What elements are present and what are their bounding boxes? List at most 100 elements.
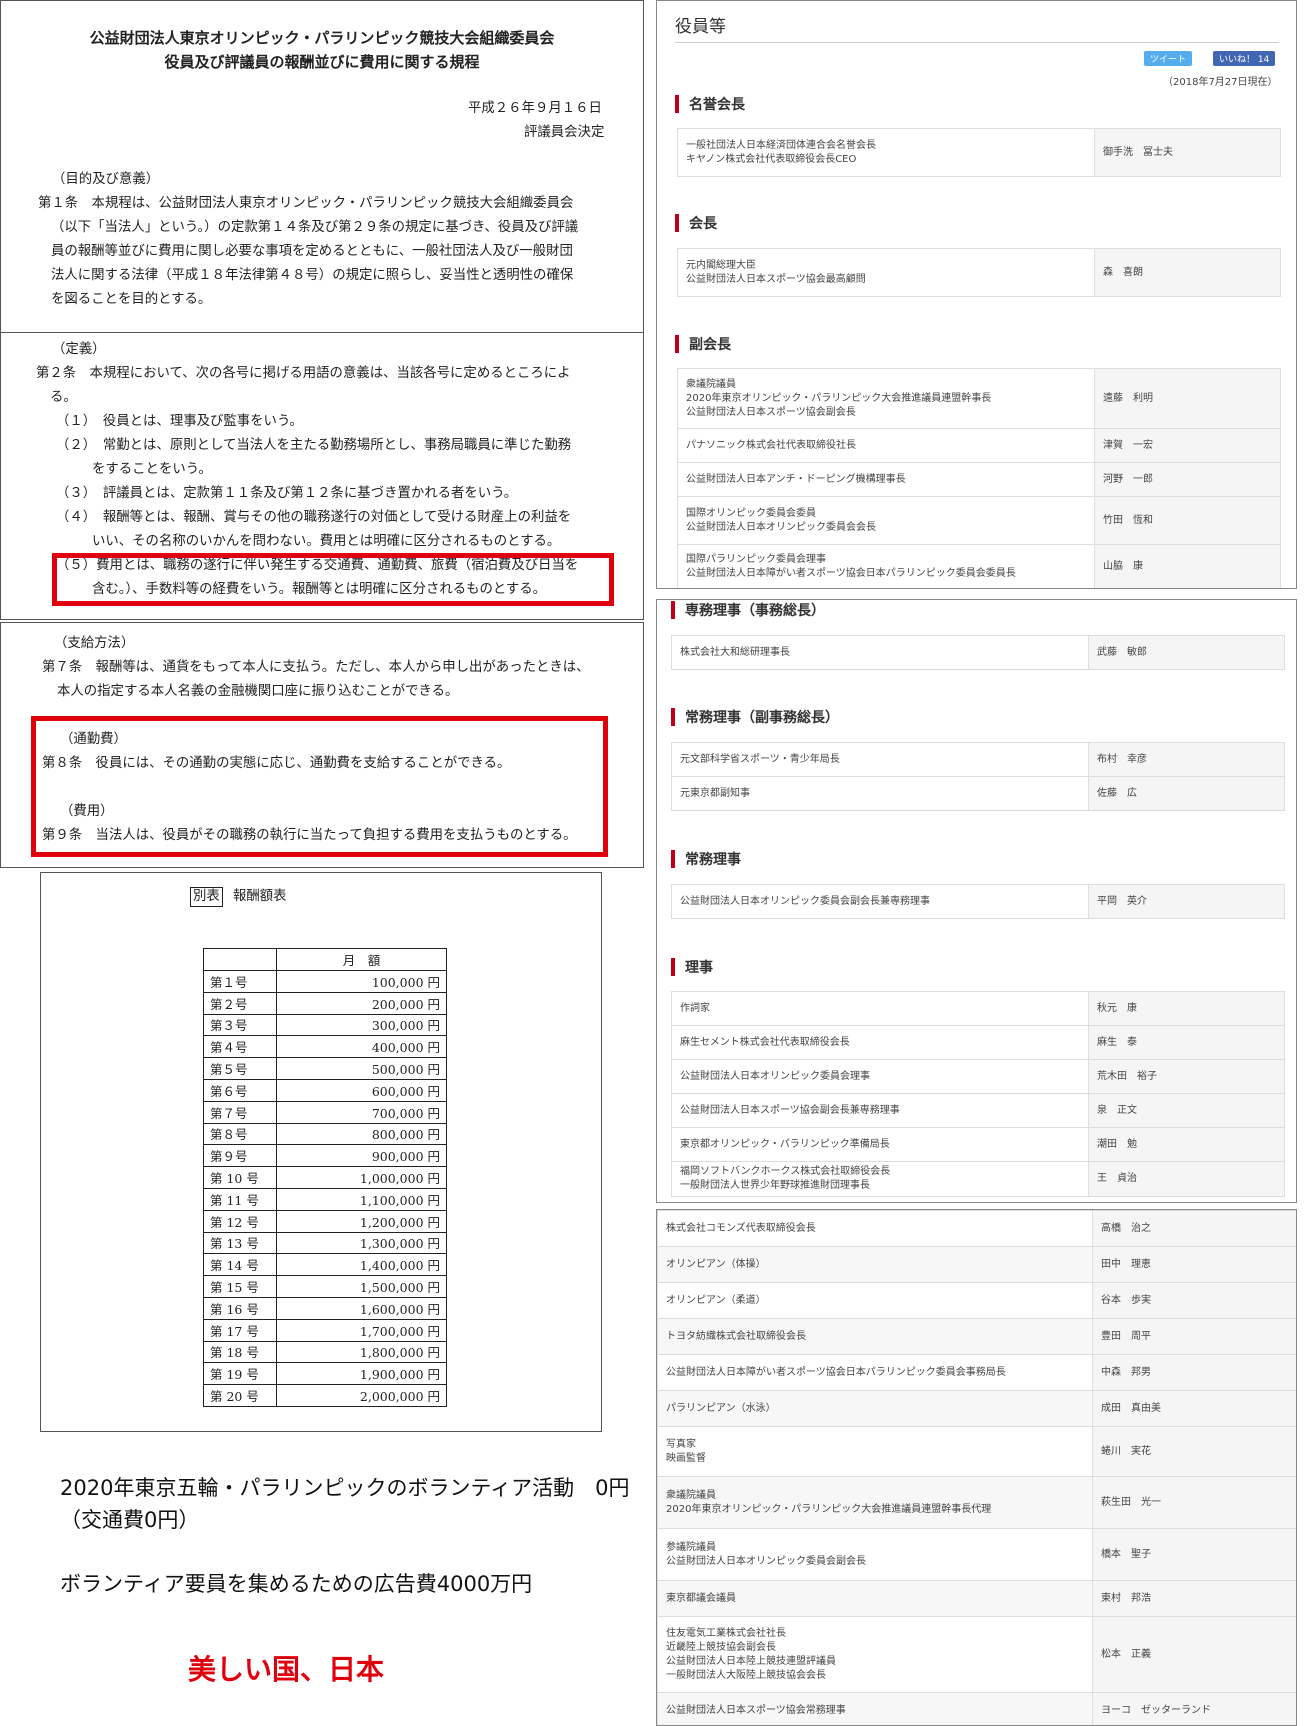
article1-heading: （目的及び意義） (52, 172, 160, 187)
article1-line: 員の報酬等並びに費用に関し必要な事項を定めるとともに、一般社団法人及び一般財団 (51, 244, 573, 259)
officer-affiliation: オリンピアン（柔道） (657, 1282, 1093, 1319)
officer-row: オリンピアン（柔道） 谷本 歩実 (657, 1282, 1296, 1319)
salary-grade: 第 12 号 (203, 1209, 277, 1233)
officer-row: 元文部科学省スポーツ・青少年局長 布村 幸彦 (671, 742, 1285, 777)
salary-grade: 第 17 号 (203, 1318, 277, 1342)
officer-affiliation: 作詞家 (671, 991, 1089, 1026)
article1-line: 第１条 本規程は、公益財団法人東京オリンピック・パラリンピック競技大会組織委員会 (38, 196, 574, 211)
caption-volunteer-pay: 2020年東京五輪・パラリンピックのボランティア活動 0円 (60, 1476, 630, 1500)
salary-header-blank (203, 948, 277, 971)
article8-text: 第８条 役員には、その通勤の実態に応じ、通勤費を支給することができる。 (42, 756, 511, 771)
caption-ad-cost: ボランティア要員を集めるための広告費4000万円 (60, 1572, 533, 1596)
article2-line: （１） 役員とは、理事及び監事をいう。 (56, 414, 303, 429)
like-button[interactable]: いいね！ 14 (1213, 51, 1276, 66)
officer-name: 佐藤 広 (1088, 776, 1285, 811)
article2-line: いい、その名称のいかんを問わない。費用とは明確に区分されるものとする。 (92, 534, 561, 549)
officers-panel-2: 専務理事（事務総長） 株式会社大和総研理事長 武藤 敏郎 常務理事（副事務総長） … (656, 599, 1297, 1203)
officer-row: 公益財団法人日本スポーツ協会副会長兼専務理事泉 正文 (671, 1093, 1285, 1128)
officer-affiliation: 写真家 映画監督 (657, 1426, 1093, 1477)
salary-amount: 700,000 円 (276, 1100, 447, 1124)
salary-grade: 第 18 号 (203, 1340, 277, 1364)
salary-grade: 第１号 (203, 970, 277, 993)
salary-row: 第 13 号 1,300,000 円 (203, 1231, 447, 1255)
salary-row: 第１号 100,000 円 (203, 970, 447, 993)
salary-amount: 900,000 円 (276, 1144, 447, 1168)
salary-row: 第 16 号 1,600,000 円 (203, 1296, 447, 1320)
salary-header-monthly: 月 額 (276, 948, 447, 971)
salary-amount: 100,000 円 (276, 970, 447, 993)
salary-row: 第 19 号 1,900,000 円 (203, 1362, 447, 1386)
officer-row: 東京都議会議員 東村 邦浩 (657, 1580, 1296, 1617)
regulation-date: 平成２６年９月１６日 (468, 101, 602, 116)
salary-row: 第 15 号 1,500,000 円 (203, 1275, 447, 1298)
officer-affiliation: 一般社団法人日本経済団体連合会名誉会長 キヤノン株式会社代表取締役会長CEO (677, 128, 1095, 177)
officer-name: 布村 幸彦 (1088, 742, 1285, 777)
section-heading-managing: 常務理事 (671, 849, 741, 869)
article2-line: （４） 報酬等とは、報酬、賞与その他の職務遂行の対価として受ける財産上の利益を (56, 510, 572, 525)
table-vice: 衆議院議員 2020年東京オリンピック・パラリンピック大会推進議員連盟幹事長 公… (677, 368, 1281, 588)
officer-name: 秋元 康 (1088, 991, 1285, 1026)
officer-affiliation: 公益財団法人日本スポーツ協会副会長兼専務理事 (671, 1093, 1089, 1128)
section-heading-directors: 理事 (671, 957, 713, 977)
officer-name: 田中 理恵 (1092, 1246, 1296, 1283)
salary-amount: 500,000 円 (276, 1057, 447, 1080)
officer-name: 橋本 聖子 (1092, 1528, 1296, 1581)
officer-name: 高橋 治之 (1092, 1210, 1296, 1247)
officer-affiliation: 公益財団法人日本スポーツ協会常務理事 (657, 1692, 1093, 1725)
article7-heading: （支給方法） (54, 636, 135, 651)
article9-text: 第９条 当法人は、役員がその職務の執行に当たって負担する費用を支払うものとする。 (42, 828, 577, 843)
section-heading-president: 会長 (675, 213, 717, 233)
officer-row: 住友電気工業株式会社社長 近畿陸上競技協会副会長 公益財団法人日本陸上競技連盟評… (657, 1616, 1296, 1693)
salary-amount: 1,700,000 円 (276, 1318, 447, 1342)
salary-grade: 第９号 (203, 1144, 277, 1168)
caption-transport-fee: （交通費0円） (60, 1508, 200, 1532)
regulation-title-line1: 公益財団法人東京オリンピック・パラリンピック競技大会組織委員会 (89, 29, 555, 47)
salary-row: 第 12 号 1,200,000 円 (203, 1209, 447, 1233)
officer-name: 萩生田 光一 (1092, 1476, 1296, 1529)
officer-row: パナソニック株式会社代表取締役社長 津賀 一宏 (677, 428, 1281, 463)
section-heading-vice: 副会長 (675, 334, 731, 354)
officer-row: 国際オリンピック委員会委員 公益財団法人日本オリンピック委員会会長 竹田 恆和 (677, 496, 1281, 545)
salary-row: 第 11 号 1,100,000 円 (203, 1187, 447, 1211)
officer-name: 豊田 周平 (1092, 1318, 1296, 1355)
salary-amount: 1,000,000 円 (276, 1166, 447, 1189)
officer-affiliation: 株式会社大和総研理事長 (671, 635, 1089, 670)
salary-amount: 300,000 円 (276, 1013, 447, 1037)
officer-affiliation: パナソニック株式会社代表取締役社長 (677, 428, 1095, 463)
officer-affiliation: 元内閣総理大臣 公益財団法人日本スポーツ協会最高顧問 (677, 248, 1095, 297)
appendix-tag: 別表 (190, 887, 223, 907)
officer-affiliation: 国際パラリンピック委員会理事 公益財団法人日本障がい者スポーツ協会日本パラリンピ… (677, 544, 1095, 588)
salary-amount: 400,000 円 (276, 1035, 447, 1059)
salary-row: 第８号 800,000 円 (203, 1122, 447, 1146)
salary-grade: 第７号 (203, 1100, 277, 1124)
salary-grade: 第５号 (203, 1057, 277, 1080)
officer-row: 公益財団法人日本スポーツ協会常務理事 ヨーコ ゼッターランド (657, 1692, 1296, 1725)
article2-line: （３） 評議員とは、定款第１１条及び第１２条に基づき置かれる者をいう。 (56, 486, 518, 501)
table-deputy: 元文部科学省スポーツ・青少年局長 布村 幸彦 元東京都副知事 佐藤 広 (671, 742, 1285, 811)
officer-name: 津賀 一宏 (1094, 428, 1281, 463)
tweet-button[interactable]: ツイート (1144, 51, 1193, 66)
officer-row: 国際パラリンピック委員会理事 公益財団法人日本障がい者スポーツ協会日本パラリンピ… (677, 544, 1281, 588)
salary-row: 第５号 500,000 円 (203, 1057, 447, 1080)
article7-line: 第７条 報酬等は、通貨をもって本人に支払う。ただし、本人から申し出があったときは… (42, 660, 590, 675)
article1-line: 法人に関する法律（平成１８年法律第４８号）の規定に照らし、妥当性と透明性の確保 (51, 268, 574, 283)
salary-grade: 第 15 号 (203, 1275, 277, 1298)
officer-affiliation: 衆議院議員 2020年東京オリンピック・パラリンピック大会推進議員連盟幹事長 公… (677, 368, 1095, 429)
salary-grade: 第２号 (203, 991, 277, 1015)
officer-name: 谷本 歩実 (1092, 1282, 1296, 1319)
table-honorary: 一般社団法人日本経済団体連合会名誉会長 キヤノン株式会社代表取締役会長CEO 御手… (677, 128, 1281, 177)
salary-row: 第７号 700,000 円 (203, 1100, 447, 1124)
salary-grade: 第４号 (203, 1035, 277, 1059)
officer-name: ヨーコ ゼッターランド (1092, 1692, 1296, 1725)
officer-row: 株式会社大和総研理事長 武藤 敏郎 (671, 635, 1285, 670)
salary-amount: 1,900,000 円 (276, 1362, 447, 1386)
officer-affiliation: トヨタ紡織株式会社取締役会長 (657, 1318, 1093, 1355)
section-heading-secgen: 専務理事（事務総長） (671, 600, 825, 620)
article7-line: 本人の指定する本人名義の金融機関口座に振り込むことができる。 (57, 684, 459, 699)
officer-name: 麻生 泰 (1088, 1025, 1285, 1060)
officer-name: 潮田 勉 (1088, 1127, 1285, 1162)
officer-row: 株式会社コモンズ代表取締役会長 高橋 治之 (657, 1210, 1296, 1247)
officer-row: 福岡ソフトバンクホークス株式会社取締役会長 一般財団法人世界少年野球推進財団理事… (671, 1161, 1285, 1197)
article8-heading: （通勤費） (60, 732, 127, 747)
salary-amount: 600,000 円 (276, 1078, 447, 1102)
